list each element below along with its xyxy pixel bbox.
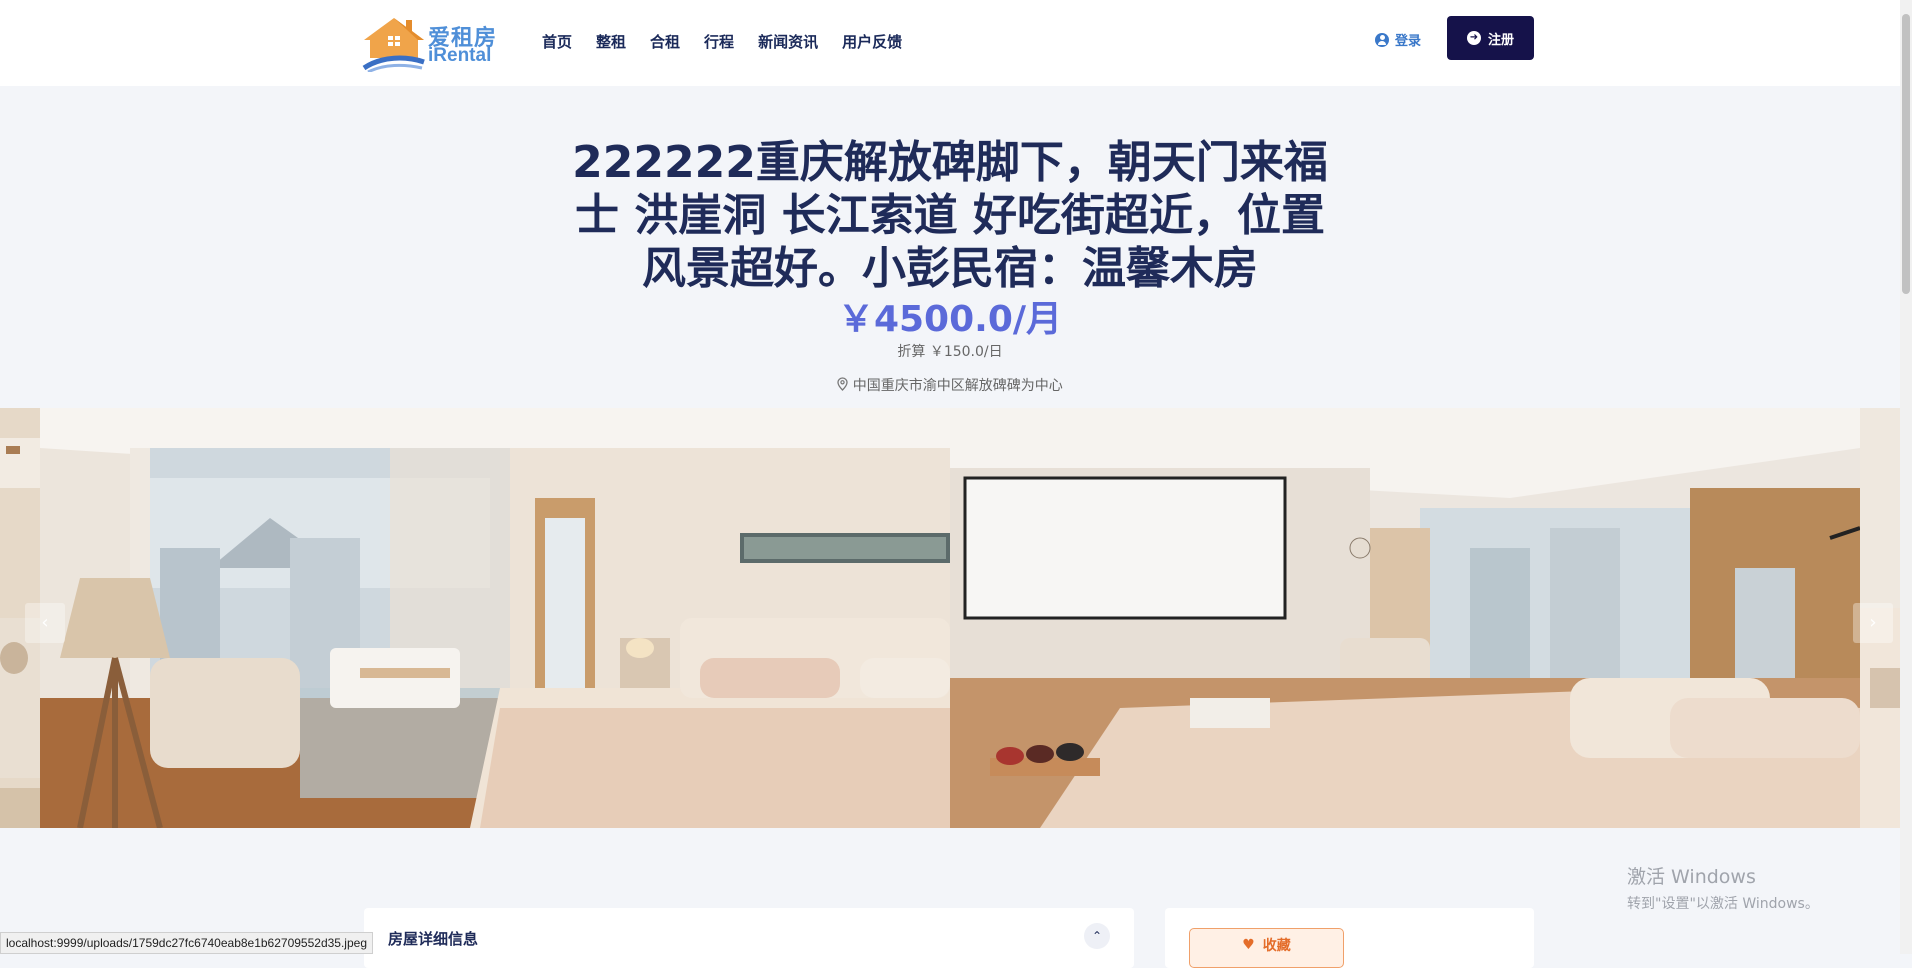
chevron-up-icon: ⌃ xyxy=(1091,929,1103,943)
nav-item-trips[interactable]: 行程 xyxy=(704,31,734,52)
page-scrollbar[interactable] xyxy=(1900,0,1912,954)
gallery-next-button[interactable]: › xyxy=(1853,603,1893,643)
scrollbar-thumb[interactable] xyxy=(1902,14,1910,294)
gallery-photo-1[interactable] xyxy=(40,408,950,828)
nav-item-feedback[interactable]: 用户反馈 xyxy=(842,31,902,52)
house-details-title: 房屋详细信息 xyxy=(388,930,479,948)
heart-icon: ♥ xyxy=(1242,937,1255,953)
brand-name-en: iRental xyxy=(428,45,492,66)
house-details-card: 房屋详细信息 ⌃ xyxy=(364,908,1134,968)
photo-gallery: ‹ › xyxy=(0,408,1900,828)
brand-logo[interactable]: 爱租房 iRental xyxy=(362,16,502,72)
gallery-photo-2[interactable] xyxy=(950,408,1860,828)
gallery-prev-button[interactable]: ‹ xyxy=(25,603,65,643)
watermark-line-2: 转到"设置"以激活 Windows。 xyxy=(1627,896,1819,912)
arrow-right-circle-icon: ➜ xyxy=(1466,31,1481,45)
nav-item-home[interactable]: 首页 xyxy=(542,31,572,52)
favorite-label: 收藏 xyxy=(1262,938,1291,954)
nav-item-whole-rent[interactable]: 整租 xyxy=(596,31,626,52)
watermark-line-1: 激活 Windows xyxy=(1627,866,1756,888)
user-icon xyxy=(1375,32,1389,47)
house-logo-icon xyxy=(362,18,425,72)
top-navbar: 爱租房 iRental 首页 整租 合租 行程 新闻资讯 用户反馈 登录 ➜ 注… xyxy=(0,0,1900,86)
listing-price: ￥4500.0/月 xyxy=(837,299,1063,340)
listing-address-text: 中国重庆市渝中区解放碑碑为中心 xyxy=(852,378,1063,394)
browser-status-url: localhost:9999/uploads/1759dc27fc6740eab… xyxy=(0,932,373,954)
windows-activation-watermark: 激活 Windows 转到"设置"以激活 Windows。 xyxy=(1627,862,1819,913)
nav-item-shared-rent[interactable]: 合租 xyxy=(650,31,680,52)
listing-address: 中国重庆市渝中区解放碑碑为中心 xyxy=(0,375,1900,395)
login-label: 登录 xyxy=(1395,34,1422,49)
register-button[interactable]: ➜ 注册 xyxy=(1447,16,1534,60)
main-nav: 首页 整租 合租 行程 新闻资讯 用户反馈 xyxy=(542,31,926,52)
register-label: 注册 xyxy=(1487,32,1514,48)
listing-title: 222222重庆解放碑脚下，朝天门来福士 洪崖洞 长江索道 好吃街超近，位置风景… xyxy=(572,137,1328,294)
favorite-button[interactable]: ♥ 收藏 xyxy=(1189,928,1344,968)
listing-price-per-day: 折算 ￥150.0/日 xyxy=(897,344,1003,360)
listing-header: 222222重庆解放碑脚下，朝天门来福士 洪崖洞 长江索道 好吃街超近，位置风景… xyxy=(0,86,1900,408)
login-link[interactable]: 登录 xyxy=(1375,30,1421,49)
sidebar-card: ♥ 收藏 xyxy=(1165,908,1534,968)
chevron-right-icon: › xyxy=(1869,612,1877,633)
chevron-left-icon: ‹ xyxy=(41,612,49,633)
map-pin-icon xyxy=(837,377,848,391)
collapse-button[interactable]: ⌃ xyxy=(1084,923,1110,949)
nav-item-news[interactable]: 新闻资讯 xyxy=(758,31,818,52)
